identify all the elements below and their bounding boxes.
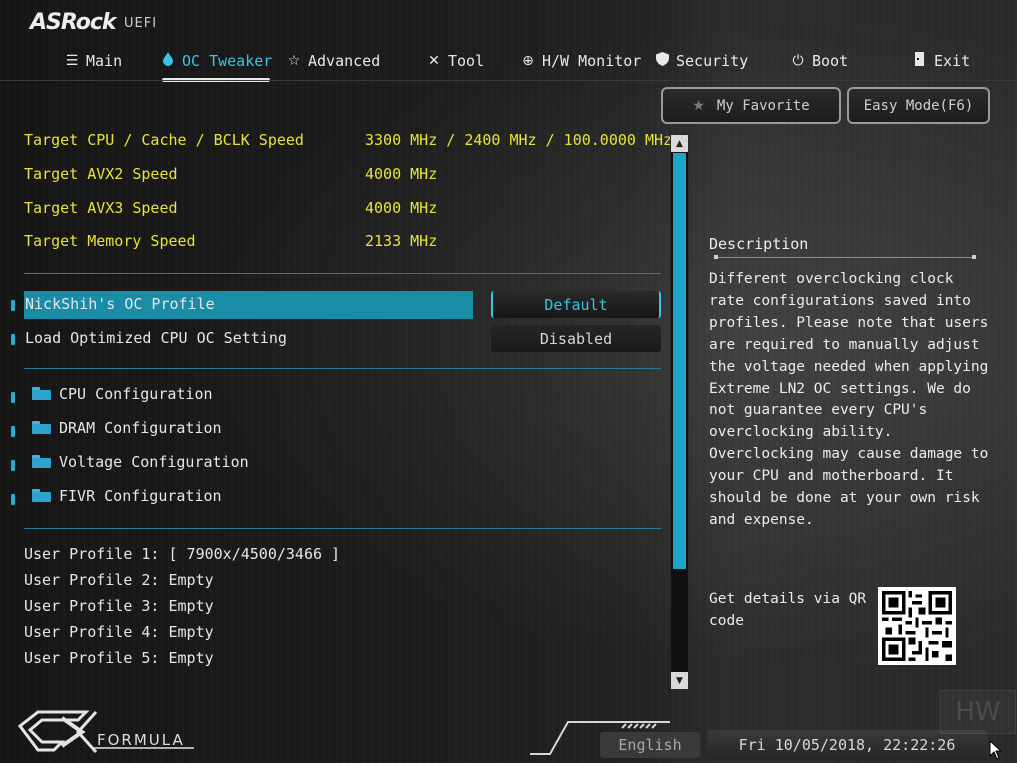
tab-hw-monitor-label: H/W Monitor xyxy=(542,52,642,70)
folder-icon xyxy=(32,455,51,468)
scroll-down-icon[interactable]: ▼ xyxy=(671,672,688,689)
user-profile-3: User Profile 3: Empty xyxy=(24,597,214,615)
asrock-logo: ASRock xyxy=(30,10,117,35)
formula-label: FORMULA xyxy=(97,731,185,749)
my-favorite-button[interactable]: ★ My Favorite xyxy=(661,87,841,124)
easy-mode-button[interactable]: Easy Mode(F6) xyxy=(847,87,990,124)
exit-icon xyxy=(912,52,928,70)
folder-icon xyxy=(32,421,51,434)
description-divider xyxy=(714,255,976,259)
submenu-voltage-configuration[interactable]: Voltage Configuration xyxy=(59,453,249,471)
scrollbar-thumb[interactable] xyxy=(673,153,686,569)
user-profile-4: User Profile 4: Empty xyxy=(24,623,214,641)
tab-exit-label: Exit xyxy=(934,52,971,70)
target-avx2-label: Target AVX2 Speed xyxy=(24,165,178,183)
tab-oc-tweaker[interactable]: OC Tweaker xyxy=(160,44,273,82)
row-marker xyxy=(11,426,15,437)
easy-mode-label: Easy Mode(F6) xyxy=(863,97,974,114)
submenu-dram-configuration[interactable]: DRAM Configuration xyxy=(59,419,222,437)
tools-icon: ✕ xyxy=(428,53,440,69)
target-avx2-value: 4000 MHz xyxy=(365,165,438,183)
monitor-icon: ⊕ xyxy=(522,53,534,69)
mouse-cursor-icon xyxy=(989,740,1003,760)
tab-exit[interactable]: Exit xyxy=(912,44,970,78)
tab-security[interactable]: Security xyxy=(654,44,748,78)
user-profile-2: User Profile 2: Empty xyxy=(24,571,214,589)
star-icon: ☆ xyxy=(287,53,301,69)
description-text: Different overclocking clock rate config… xyxy=(709,271,989,528)
date-time-display: Fri 10/05/2018, 22:22:26 xyxy=(707,730,987,760)
row-marker xyxy=(11,494,15,505)
section-divider xyxy=(24,273,661,274)
target-avx3-value: 4000 MHz xyxy=(365,199,438,217)
oc-profile-label: NickShih's OC Profile xyxy=(25,295,215,313)
row-marker xyxy=(11,392,15,403)
qr-caption: Get details via QR code xyxy=(709,591,867,629)
target-memory-label: Target Memory Speed xyxy=(24,232,196,250)
uefi-label: UEFI xyxy=(124,16,158,31)
section-divider xyxy=(24,368,661,369)
nav-divider xyxy=(0,80,1017,81)
user-profile-1: User Profile 1: [ 7900x/4500/3466 ] xyxy=(24,545,341,563)
shield-icon xyxy=(654,52,670,70)
folder-icon xyxy=(32,489,51,502)
favorite-star-icon: ★ xyxy=(692,97,705,114)
power-icon: ⏻ xyxy=(792,53,804,69)
tab-security-label: Security xyxy=(676,52,749,70)
target-avx3-label: Target AVX3 Speed xyxy=(24,199,178,217)
description-title: Description xyxy=(709,235,809,253)
my-favorite-label: My Favorite xyxy=(716,97,810,114)
flame-icon xyxy=(160,52,176,70)
target-cpu-value: 3300 MHz / 2400 MHz / 100.0000 MHz xyxy=(365,131,673,149)
row-marker xyxy=(11,460,15,471)
hw-watermark: HW xyxy=(940,690,1016,734)
tab-oc-tweaker-label: OC Tweaker xyxy=(182,52,273,70)
load-optimized-value-button[interactable]: Disabled xyxy=(491,325,661,352)
language-button[interactable]: English xyxy=(600,732,700,758)
row-marker xyxy=(11,334,15,345)
tab-advanced-label: Advanced xyxy=(308,52,381,70)
tab-hw-monitor[interactable]: ⊕ H/W Monitor xyxy=(520,44,641,78)
tab-advanced[interactable]: ☆ Advanced xyxy=(286,44,381,78)
tab-tool[interactable]: ✕ Tool xyxy=(426,44,484,78)
oc-profile-value-button[interactable]: Default xyxy=(491,291,661,318)
tab-boot-label: Boot xyxy=(812,52,849,70)
row-marker xyxy=(11,300,15,311)
submenu-cpu-configuration[interactable]: CPU Configuration xyxy=(59,385,213,403)
scroll-up-icon[interactable]: ▲ xyxy=(671,135,688,152)
tab-tool-label: Tool xyxy=(448,52,485,70)
tab-boot[interactable]: ⏻ Boot xyxy=(790,44,848,78)
tab-main-label: Main xyxy=(86,52,123,70)
target-cpu-label: Target CPU / Cache / BCLK Speed xyxy=(24,131,304,149)
tab-main[interactable]: ☰ Main xyxy=(64,44,122,78)
target-memory-value: 2133 MHz xyxy=(365,232,438,250)
folder-icon xyxy=(32,387,51,400)
load-optimized-label[interactable]: Load Optimized CPU OC Setting xyxy=(25,329,287,347)
qr-code-icon xyxy=(878,587,956,665)
submenu-fivr-configuration[interactable]: FIVR Configuration xyxy=(59,487,222,505)
main-nav: ☰ Main OC Tweaker ☆ Advanced ✕ Tool ⊕ H/… xyxy=(0,44,1017,82)
list-icon: ☰ xyxy=(65,53,79,69)
user-profile-5: User Profile 5: Empty xyxy=(24,649,214,667)
section-divider xyxy=(24,528,661,529)
